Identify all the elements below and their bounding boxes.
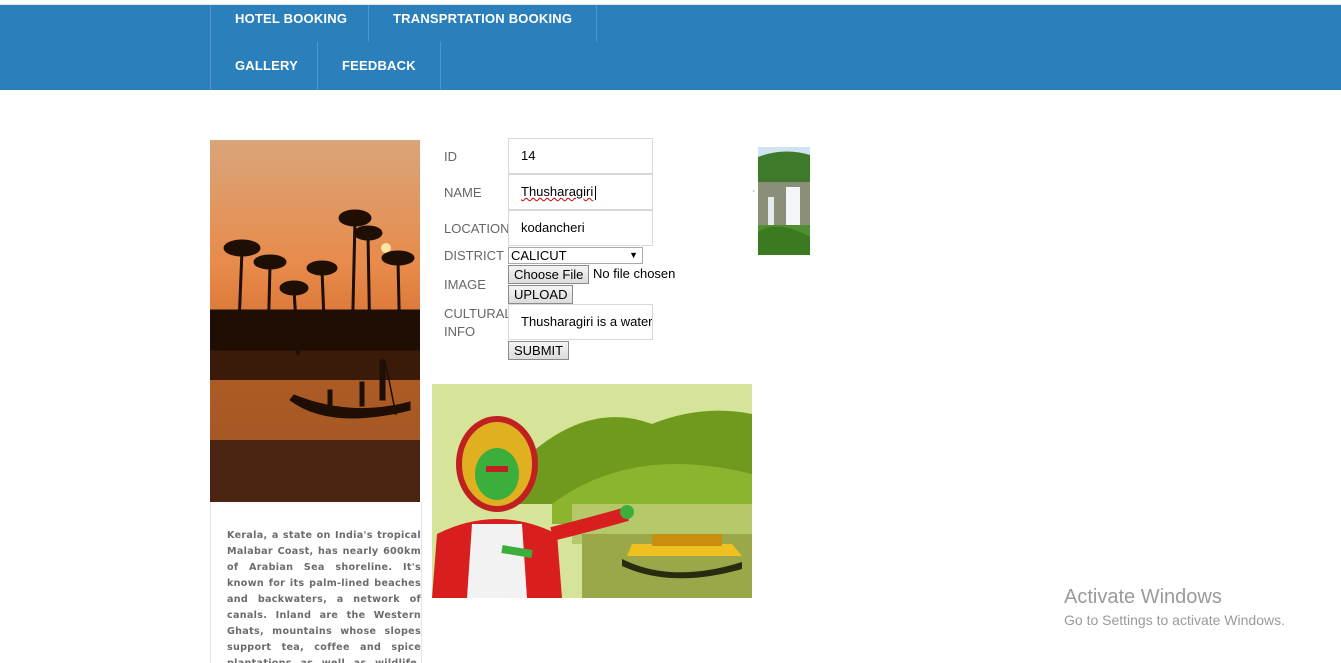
waterfall-thumbnail <box>758 147 810 255</box>
id-value: 14 <box>521 148 536 163</box>
location-label: LOCATION <box>444 221 510 236</box>
main-navbar: HOTEL BOOKING TRANSPRTATION BOOKING GALL… <box>0 5 1341 90</box>
cultural-label-line2: INFO <box>444 324 476 339</box>
kerala-description-panel: Kerala, a state on India's tropical Mala… <box>210 502 422 663</box>
upload-button[interactable]: UPLOAD <box>508 285 574 304</box>
text-caret <box>595 185 597 200</box>
nav-gallery[interactable]: GALLERY <box>210 42 322 90</box>
activate-windows-title: Activate Windows <box>1064 586 1222 608</box>
kerala-sunset-image <box>210 140 420 502</box>
kerala-description: Kerala, a state on India's tropical Mala… <box>227 530 421 663</box>
id-label: ID <box>444 149 457 164</box>
name-value: Thusharagiri <box>521 184 594 199</box>
nav-transportation-booking[interactable]: TRANSPRTATION BOOKING <box>368 5 598 42</box>
cultural-info-value: Thusharagiri is a waterfall <box>521 314 653 329</box>
submit-button[interactable]: SUBMIT <box>508 341 570 360</box>
district-selected-value: CALICUT <box>511 248 567 263</box>
name-field[interactable]: Thusharagiri <box>508 174 653 210</box>
location-value: kodancheri <box>521 220 585 235</box>
nav-hotel-booking[interactable]: HOTEL BOOKING <box>210 5 371 42</box>
district-label: DISTRICT <box>444 248 504 263</box>
name-label: NAME <box>444 185 482 200</box>
nav-feedback[interactable]: FEEDBACK <box>317 42 441 90</box>
kerala-kathakali-image <box>432 384 752 598</box>
activate-windows-subtitle: Go to Settings to activate Windows. <box>1064 612 1285 628</box>
choose-file-button[interactable]: Choose File <box>508 265 590 284</box>
cultural-label-line1: CULTURAL <box>444 306 512 321</box>
tick-mark: ˋ <box>752 190 756 201</box>
image-label: IMAGE <box>444 277 486 292</box>
file-status: No file chosen <box>593 266 676 281</box>
cultural-info-field[interactable]: Thusharagiri is a waterfall <box>508 304 653 340</box>
chevron-down-icon: ▼ <box>629 250 638 260</box>
district-select[interactable]: CALICUT ▼ <box>508 247 643 264</box>
location-field[interactable]: kodancheri <box>508 210 653 246</box>
id-field[interactable]: 14 <box>508 138 653 174</box>
